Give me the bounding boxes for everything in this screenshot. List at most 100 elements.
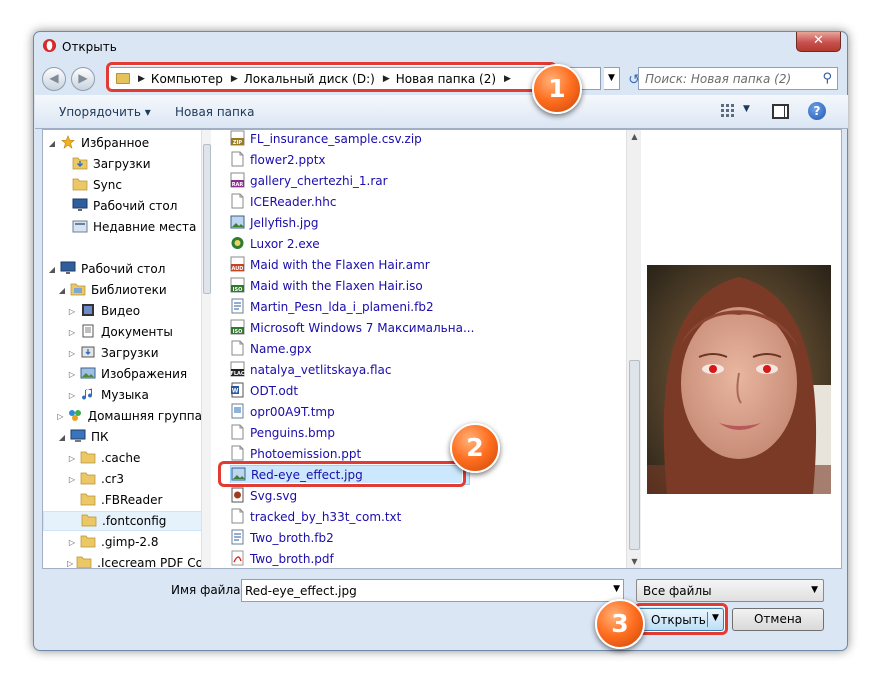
tree-item[interactable]: ▷ Изображения: [43, 364, 202, 384]
tree-item[interactable]: Sync: [43, 175, 202, 195]
file-item[interactable]: ISO Microsoft Windows 7 Максимальна...: [230, 318, 474, 338]
view-options-icon[interactable]: [720, 103, 736, 119]
expand-arrow-icon[interactable]: ◢: [47, 139, 57, 148]
address-history-dropdown[interactable]: ▼: [604, 67, 620, 90]
tree-item[interactable]: Загрузки: [43, 154, 202, 174]
pictures-library-icon: [77, 366, 101, 383]
file-item[interactable]: flower2.pptx: [230, 150, 470, 170]
forward-arrow-icon: ▶: [78, 71, 88, 85]
file-item[interactable]: Two_broth.fb2: [230, 528, 470, 548]
file-item[interactable]: FLAC natalya_vetlitskaya.flac: [230, 360, 470, 380]
file-name: natalya_vetlitskaya.flac: [250, 363, 392, 377]
help-icon[interactable]: ?: [808, 102, 826, 120]
rar-file-icon: RAR: [230, 172, 250, 191]
expand-arrow-icon[interactable]: ◢: [57, 286, 67, 295]
file-item[interactable]: opr00A9T.tmp: [230, 402, 470, 422]
chevron-down-icon[interactable]: ▼: [613, 584, 620, 594]
address-bar[interactable]: ▶ Компьютер ▶ Локальный диск (D:) ▶ Нова…: [109, 67, 601, 90]
tree-item-label: Sync: [93, 178, 122, 192]
breadcrumb-disk-d[interactable]: Локальный диск (D:): [244, 72, 375, 86]
tree-item[interactable]: Рабочий стол: [43, 196, 202, 216]
file-item-selected[interactable]: Red-eye_effect.jpg: [230, 465, 470, 485]
file-name: Maid with the Flaxen Hair.iso: [250, 279, 423, 293]
expand-arrow-icon[interactable]: ◢: [47, 265, 57, 274]
breadcrumb-computer[interactable]: Компьютер: [151, 72, 223, 86]
file-type-filter[interactable]: Все файлы ▼: [636, 579, 824, 602]
scroll-up-icon[interactable]: ▲: [627, 132, 642, 141]
tree-item[interactable]: ▷ Видео: [43, 301, 202, 321]
tree-item[interactable]: ▷ .cache: [43, 448, 202, 468]
file-item[interactable]: Luxor 2.exe: [230, 234, 470, 254]
tree-item[interactable]: ▷ Документы: [43, 322, 202, 342]
tree-item[interactable]: ◢ Рабочий стол: [43, 259, 202, 279]
file-item[interactable]: Penguins.bmp: [230, 423, 470, 443]
tree-item[interactable]: Недавние места: [43, 217, 202, 237]
tree-item[interactable]: ◢ ПК: [43, 427, 202, 447]
close-icon: ✕: [813, 33, 824, 48]
file-item[interactable]: Two_broth.pdf: [230, 549, 470, 568]
file-list-scrollbar-thumb[interactable]: [629, 360, 640, 550]
file-item[interactable]: ICEReader.hhc: [230, 192, 470, 212]
tree-item[interactable]: .FBReader: [43, 490, 202, 510]
tree-item[interactable]: ▷ .gimp-2.8: [43, 532, 202, 552]
filename-combobox[interactable]: ▼: [241, 579, 624, 602]
breadcrumb-chevron-icon[interactable]: ▶: [383, 74, 390, 84]
breadcrumb-chevron-icon[interactable]: ▶: [504, 74, 511, 84]
new-folder-button[interactable]: Новая папка: [175, 105, 254, 119]
tree-item[interactable]: ▷ .cr3: [43, 469, 202, 489]
file-list: ZIP FL_insurance_sample.csv.zip flower2.pp…: [223, 130, 613, 568]
file-item[interactable]: Martin_Pesn_lda_i_plameni.fb2: [230, 297, 470, 317]
tree-scrollbar-thumb[interactable]: [203, 144, 211, 294]
file-item[interactable]: Photoemission.ppt: [230, 444, 470, 464]
file-item[interactable]: W ODT.odt: [230, 381, 470, 401]
breadcrumb-chevron-icon[interactable]: ▶: [231, 74, 238, 84]
scroll-down-icon[interactable]: ▼: [627, 557, 642, 566]
tree-item[interactable]: .fontconfig: [43, 511, 202, 531]
expand-arrow-icon[interactable]: ▷: [67, 349, 77, 358]
libraries-icon: [67, 282, 91, 299]
expand-arrow-icon[interactable]: ▷: [67, 538, 77, 547]
tree-scrollbar[interactable]: [201, 130, 211, 568]
expand-arrow-icon[interactable]: ▷: [67, 328, 77, 337]
expand-arrow-icon[interactable]: ◢: [57, 433, 67, 442]
folder-icon: [77, 492, 101, 509]
expand-arrow-icon[interactable]: ▷: [67, 307, 77, 316]
open-options-dropdown-icon[interactable]: ▼: [712, 613, 719, 623]
tree-item[interactable]: ◢ Библиотеки: [43, 280, 202, 300]
expand-arrow-icon[interactable]: ▷: [67, 370, 77, 379]
file-item[interactable]: AUD Maid with the Flaxen Hair.amr: [230, 255, 470, 275]
file-item[interactable]: Svg.svg: [230, 486, 470, 506]
tree-item[interactable]: ▷ .Icecream PDF Co: [43, 553, 203, 568]
expand-arrow-icon[interactable]: ▷: [67, 454, 77, 463]
preview-pane-icon[interactable]: [772, 104, 789, 119]
search-box[interactable]: ⚲: [638, 67, 838, 90]
back-button[interactable]: ◀: [42, 67, 66, 91]
open-button[interactable]: Открыть ▼: [638, 608, 724, 631]
search-input[interactable]: [645, 71, 813, 87]
file-item[interactable]: ZIP FL_insurance_sample.csv.zip: [230, 130, 470, 149]
file-item[interactable]: Name.gpx: [230, 339, 470, 359]
cancel-button[interactable]: Отмена: [732, 608, 824, 631]
breadcrumb-new-folder-2[interactable]: Новая папка (2): [396, 72, 496, 86]
expand-arrow-icon[interactable]: ▷: [57, 412, 64, 421]
file-item[interactable]: ISO Maid with the Flaxen Hair.iso: [230, 276, 470, 296]
tree-item[interactable]: ◢ Избранное: [43, 133, 202, 153]
file-list-scrollbar[interactable]: ▲ ▼: [626, 130, 641, 568]
search-icon[interactable]: ⚲: [822, 71, 832, 86]
file-type-filter-value: Все файлы: [643, 584, 712, 598]
breadcrumb-chevron-icon[interactable]: ▶: [138, 74, 145, 84]
file-item[interactable]: RAR gallery_chertezhi_1.rar: [230, 171, 470, 191]
expand-arrow-icon[interactable]: ▷: [67, 475, 77, 484]
close-button[interactable]: ✕: [796, 32, 841, 52]
view-dropdown-icon[interactable]: ▼: [743, 104, 750, 114]
file-item[interactable]: Jellyfish.jpg: [230, 213, 470, 233]
tree-item[interactable]: ▷ Музыка: [43, 385, 202, 405]
forward-button[interactable]: ▶: [71, 67, 95, 91]
tree-item[interactable]: ▷ Домашняя группа: [43, 406, 202, 426]
chevron-down-icon[interactable]: ▼: [811, 585, 818, 595]
tree-item[interactable]: ▷ Загрузки: [43, 343, 202, 363]
organize-button[interactable]: Упорядочить ▾: [59, 105, 151, 119]
filename-input[interactable]: [245, 583, 595, 599]
expand-arrow-icon[interactable]: ▷: [67, 391, 77, 400]
file-item[interactable]: tracked_by_h33t_com.txt: [230, 507, 470, 527]
